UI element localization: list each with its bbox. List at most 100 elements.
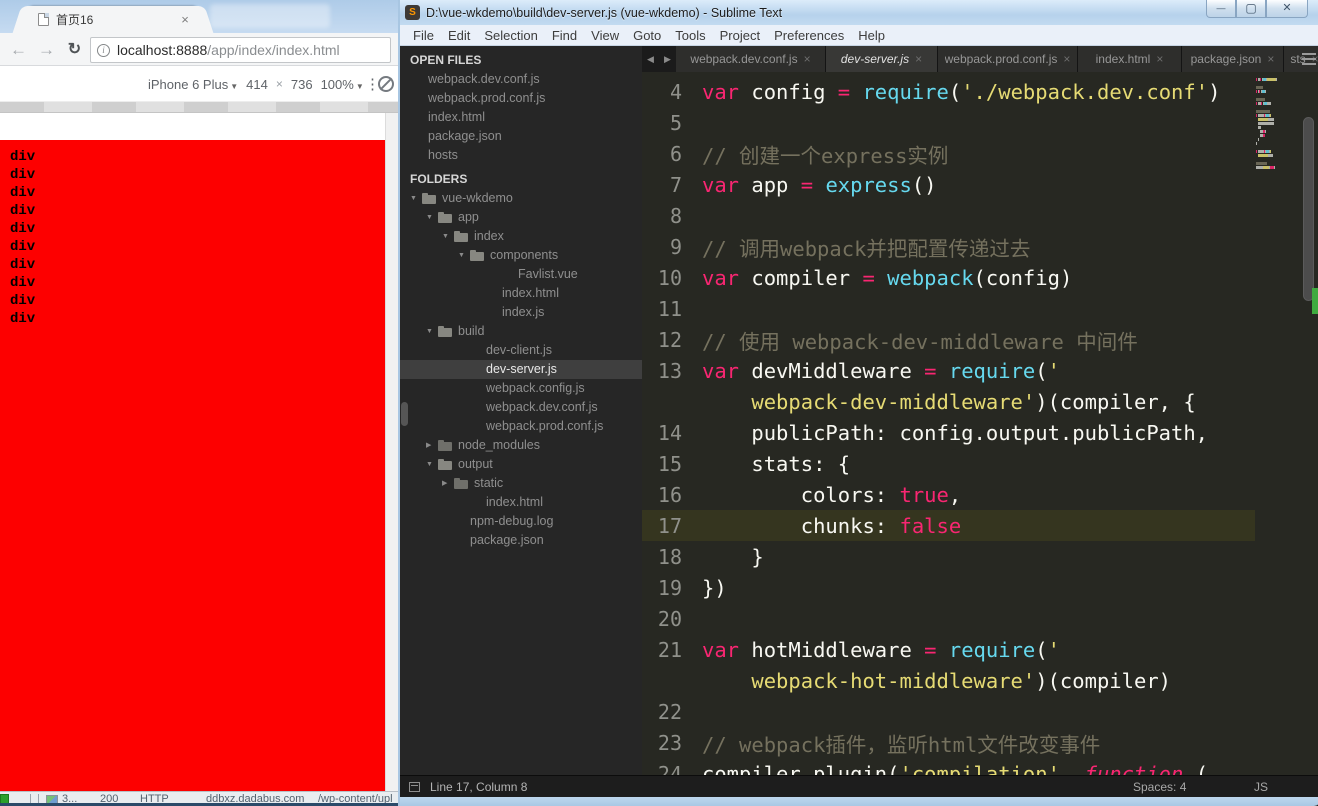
code-line[interactable]: 7var app = express(): [642, 169, 1255, 200]
device-height[interactable]: 736: [291, 77, 313, 92]
tab-next-icon[interactable]: [659, 46, 676, 72]
maximize-button[interactable]: [1236, 0, 1266, 18]
editor-tab[interactable]: package.json: [1182, 46, 1284, 72]
menu-file[interactable]: File: [406, 28, 441, 43]
menu-preferences[interactable]: Preferences: [767, 28, 851, 43]
tree-item-label: node_modules: [458, 436, 540, 455]
device-width[interactable]: 414: [246, 77, 268, 92]
editor-scrollbar[interactable]: [1303, 117, 1314, 301]
tree-item[interactable]: ▶node_modules: [400, 436, 642, 455]
tree-item[interactable]: ▼index: [400, 227, 642, 246]
code-line[interactable]: webpack-hot-middleware')(compiler): [642, 665, 1255, 696]
line-number: 6: [642, 142, 694, 166]
open-file-item[interactable]: webpack.dev.conf.js: [400, 70, 642, 89]
tree-item[interactable]: webpack.prod.conf.js: [400, 417, 642, 436]
tree-item[interactable]: webpack.dev.conf.js: [400, 398, 642, 417]
tab-close-icon[interactable]: [1267, 52, 1274, 66]
tab-close-icon[interactable]: [1156, 52, 1163, 66]
code-line[interactable]: 10var compiler = webpack(config): [642, 262, 1255, 293]
menu-view[interactable]: View: [584, 28, 626, 43]
code-line[interactable]: webpack-dev-middleware')(compiler, {: [642, 386, 1255, 417]
forward-icon[interactable]: [34, 37, 59, 62]
reload-icon[interactable]: [62, 37, 87, 62]
tree-item[interactable]: npm-debug.log: [400, 512, 642, 531]
menu-tools[interactable]: Tools: [668, 28, 712, 43]
tree-item[interactable]: ▶static: [400, 474, 642, 493]
tree-item[interactable]: dev-server.js: [400, 360, 642, 379]
info-icon[interactable]: [97, 44, 110, 57]
open-file-item[interactable]: webpack.prod.conf.js: [400, 89, 642, 108]
zoom-selector[interactable]: 100%: [321, 77, 364, 92]
code-line[interactable]: 14 publicPath: config.output.publicPath,: [642, 417, 1255, 448]
dimension-separator: ×: [276, 77, 283, 91]
back-icon[interactable]: [6, 37, 31, 62]
close-button[interactable]: [1266, 0, 1308, 18]
menu-find[interactable]: Find: [545, 28, 584, 43]
device-selector[interactable]: iPhone 6 Plus: [148, 77, 238, 92]
open-file-item[interactable]: index.html: [400, 108, 642, 127]
browser-scrollbar[interactable]: [385, 113, 398, 791]
line-number: 19: [642, 576, 694, 600]
code-line[interactable]: 8: [642, 200, 1255, 231]
url-bar[interactable]: localhost:8888/app/index/index.html: [90, 37, 391, 63]
tree-item[interactable]: webpack.config.js: [400, 379, 642, 398]
code-line[interactable]: 20: [642, 603, 1255, 634]
tree-item[interactable]: ▼app: [400, 208, 642, 227]
editor-tab[interactable]: webpack.dev.conf.js: [676, 46, 826, 72]
tree-item[interactable]: ▼components: [400, 246, 642, 265]
tree-item[interactable]: Favlist.vue: [400, 265, 642, 284]
code-line[interactable]: 17 chunks: false: [642, 510, 1255, 541]
tab-close-icon[interactable]: [1063, 52, 1070, 66]
code-line[interactable]: 9// 调用webpack并把配置传递过去: [642, 231, 1255, 262]
tree-item[interactable]: package.json: [400, 531, 642, 550]
code-line[interactable]: 16 colors: true,: [642, 479, 1255, 510]
menu-edit[interactable]: Edit: [441, 28, 477, 43]
editor-tab[interactable]: index.html: [1078, 46, 1182, 72]
code-line[interactable]: 13var devMiddleware = require(': [642, 355, 1255, 386]
tab-close-icon[interactable]: [804, 52, 811, 66]
indent-setting[interactable]: Spaces: 4: [1133, 780, 1186, 794]
code-line[interactable]: 15 stats: {: [642, 448, 1255, 479]
menu-goto[interactable]: Goto: [626, 28, 668, 43]
menu-project[interactable]: Project: [713, 28, 767, 43]
code-line[interactable]: 23// webpack插件，监听html文件改变事件: [642, 727, 1255, 758]
tab-overflow-icon[interactable]: [1302, 53, 1316, 65]
tab-prev-icon[interactable]: [642, 46, 659, 72]
tree-item[interactable]: ▼output: [400, 455, 642, 474]
tree-item[interactable]: index.js: [400, 303, 642, 322]
open-file-item[interactable]: hosts: [400, 146, 642, 165]
code-line[interactable]: 12// 使用 webpack-dev-middleware 中间件: [642, 324, 1255, 355]
code-line[interactable]: 11: [642, 293, 1255, 324]
menu-help[interactable]: Help: [851, 28, 892, 43]
editor-tab[interactable]: webpack.prod.conf.js: [938, 46, 1078, 72]
tab-close-icon[interactable]: [178, 13, 192, 27]
tree-item[interactable]: index.html: [400, 493, 642, 512]
sublime-titlebar[interactable]: D:\vue-wkdemo\build\dev-server.js (vue-w…: [400, 0, 1318, 25]
tree-item[interactable]: index.html: [400, 284, 642, 303]
tree-item[interactable]: dev-client.js: [400, 341, 642, 360]
code-line[interactable]: 6// 创建一个express实例: [642, 138, 1255, 169]
browser-tab[interactable]: 首页16: [26, 6, 200, 33]
tree-item[interactable]: ▼build: [400, 322, 642, 341]
code-line[interactable]: 22: [642, 696, 1255, 727]
minimize-button[interactable]: [1206, 0, 1236, 18]
code-token: var: [702, 80, 739, 104]
tab-close-icon[interactable]: [915, 52, 922, 66]
rotate-icon[interactable]: [378, 76, 394, 92]
code-line[interactable]: 18 }: [642, 541, 1255, 572]
more-menu-icon[interactable]: [365, 75, 380, 93]
syntax-setting[interactable]: JS: [1254, 780, 1268, 794]
menu-selection[interactable]: Selection: [477, 28, 544, 43]
code-line[interactable]: 5: [642, 107, 1255, 138]
code-line[interactable]: 19}): [642, 572, 1255, 603]
sidebar-scrollbar[interactable]: [401, 402, 408, 426]
code-line[interactable]: 21var hotMiddleware = require(': [642, 634, 1255, 665]
open-file-item[interactable]: package.json: [400, 127, 642, 146]
tree-item[interactable]: ▼vue-wkdemo: [400, 189, 642, 208]
editor[interactable]: 4var config = require('./webpack.dev.con…: [642, 72, 1318, 775]
vintage-mode-icon[interactable]: [409, 782, 420, 792]
editor-tab[interactable]: dev-server.js: [826, 46, 938, 72]
code-line[interactable]: 24compiler.plugin('compilation', functio…: [642, 758, 1255, 775]
minimap[interactable]: [1256, 78, 1300, 170]
code-line[interactable]: 4var config = require('./webpack.dev.con…: [642, 76, 1255, 107]
